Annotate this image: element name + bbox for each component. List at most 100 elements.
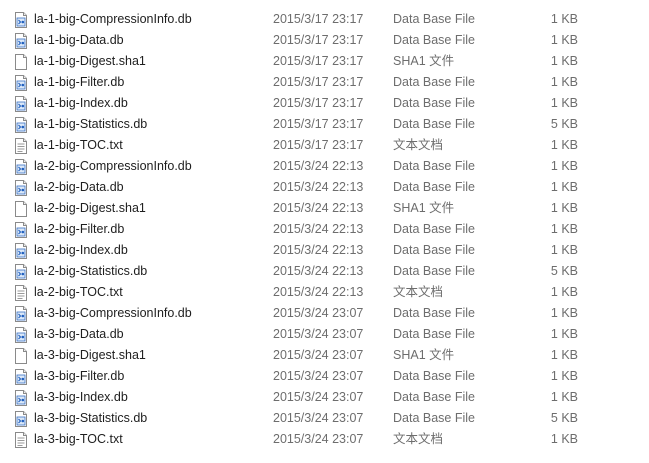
db-file-icon: [14, 390, 28, 406]
file-date-modified: 2015/3/24 23:07: [273, 369, 364, 383]
file-date-modified: 2015/3/24 23:07: [273, 432, 364, 446]
file-row[interactable]: la-2-big-Digest.sha1 2015/3/24 22:13 SHA1 …: [0, 198, 649, 219]
text-file-icon: [14, 285, 28, 301]
file-type: Data Base File: [393, 264, 475, 278]
file-row[interactable]: la-3-big-Digest.sha1 2015/3/24 23:07 SHA1 …: [0, 345, 649, 366]
file-size: 1 KB: [550, 243, 578, 257]
file-type: 文本文档: [393, 138, 444, 152]
file-date-modified: 2015/3/24 22:13: [273, 201, 364, 215]
file-row[interactable]: la-1-big-Digest.sha1 2015/3/17 23:17 SHA1 …: [0, 51, 649, 72]
file-type: SHA1 文件: [393, 54, 455, 68]
file-name: la-3-big-Statistics.db: [34, 411, 148, 425]
file-type: Data Base File: [393, 12, 475, 26]
file-row[interactable]: la-1-big-Data.db 2015/3/17 23:17 Data Base…: [0, 30, 649, 51]
file-type: Data Base File: [393, 96, 475, 110]
file-date-modified: 2015/3/17 23:17: [273, 96, 364, 110]
db-file-icon: [14, 306, 28, 322]
file-name: la-2-big-Filter.db: [34, 222, 125, 236]
file-row[interactable]: la-3-big-Data.db 2015/3/24 23:07 Data Base…: [0, 324, 649, 345]
file-date-modified: 2015/3/24 23:07: [273, 390, 364, 404]
file-date-modified: 2015/3/24 22:13: [273, 243, 364, 257]
file-name: la-3-big-Data.db: [34, 327, 124, 341]
file-name: la-3-big-TOC.txt: [34, 432, 123, 446]
file-row[interactable]: la-3-big-Statistics.db 2015/3/24 23:07 Dat…: [0, 408, 649, 429]
file-date-modified: 2015/3/24 22:13: [273, 159, 364, 173]
file-size: 1 KB: [550, 75, 578, 89]
text-file-icon: [14, 432, 28, 448]
db-file-icon: [14, 180, 28, 196]
file-name: la-1-big-Filter.db: [34, 75, 125, 89]
file-row[interactable]: la-2-big-Index.db 2015/3/24 22:13 Data Bas…: [0, 240, 649, 261]
file-type: Data Base File: [393, 75, 475, 89]
text-file-icon: [14, 138, 28, 154]
db-file-icon: [14, 327, 28, 343]
file-name: la-2-big-Statistics.db: [34, 264, 148, 278]
file-row[interactable]: la-2-big-CompressionInfo.db 2015/3/24 22:…: [0, 156, 649, 177]
file-type: Data Base File: [393, 33, 475, 47]
file-date-modified: 2015/3/17 23:17: [273, 54, 364, 68]
file-date-modified: 2015/3/24 23:07: [273, 327, 364, 341]
file-name: la-2-big-Data.db: [34, 180, 124, 194]
file-name: la-3-big-Filter.db: [34, 369, 125, 383]
db-file-icon: [14, 96, 28, 112]
file-date-modified: 2015/3/17 23:17: [273, 12, 364, 26]
file-list: la-1-big-CompressionInfo.db 2015/3/17 23:…: [0, 0, 649, 463]
file-row[interactable]: la-3-big-TOC.txt 2015/3/24 23:07 文本文档 1 KB: [0, 429, 649, 450]
file-name: la-2-big-CompressionInfo.db: [34, 159, 192, 173]
file-name: la-3-big-Digest.sha1: [34, 348, 146, 362]
file-row[interactable]: la-1-big-TOC.txt 2015/3/17 23:17 文本文档 1 KB: [0, 135, 649, 156]
file-date-modified: 2015/3/17 23:17: [273, 117, 364, 131]
db-file-icon: [14, 12, 28, 28]
file-row[interactable]: la-1-big-Filter.db 2015/3/17 23:17 Data Ba…: [0, 72, 649, 93]
file-name: la-3-big-CompressionInfo.db: [34, 306, 192, 320]
file-size: 1 KB: [550, 180, 578, 194]
file-size: 1 KB: [550, 306, 578, 320]
file-type: SHA1 文件: [393, 348, 455, 362]
file-row[interactable]: la-2-big-Data.db 2015/3/24 22:13 Data Base…: [0, 177, 649, 198]
file-row[interactable]: la-1-big-Index.db 2015/3/17 23:17 Data Bas…: [0, 93, 649, 114]
file-type: Data Base File: [393, 390, 475, 404]
file-name: la-1-big-TOC.txt: [34, 138, 123, 152]
db-file-icon: [14, 369, 28, 385]
file-size: 1 KB: [550, 222, 578, 236]
file-name: la-2-big-Digest.sha1: [34, 201, 146, 215]
file-row[interactable]: la-1-big-Statistics.db 2015/3/17 23:17 Dat…: [0, 114, 649, 135]
file-date-modified: 2015/3/24 23:07: [273, 348, 364, 362]
file-date-modified: 2015/3/17 23:17: [273, 33, 364, 47]
file-size: 1 KB: [550, 327, 578, 341]
db-file-icon: [14, 264, 28, 280]
file-size: 5 KB: [550, 117, 578, 131]
file-row[interactable]: la-3-big-CompressionInfo.db 2015/3/24 23:…: [0, 303, 649, 324]
file-row[interactable]: la-1-big-CompressionInfo.db 2015/3/17 23:…: [0, 9, 649, 30]
file-row[interactable]: la-3-big-Filter.db 2015/3/24 23:07 Data Ba…: [0, 366, 649, 387]
db-file-icon: [14, 75, 28, 91]
file-type: Data Base File: [393, 159, 475, 173]
file-type: Data Base File: [393, 306, 475, 320]
file-date-modified: 2015/3/24 22:13: [273, 264, 364, 278]
file-name: la-1-big-Statistics.db: [34, 117, 148, 131]
file-row[interactable]: la-2-big-TOC.txt 2015/3/24 22:13 文本文档 1 KB: [0, 282, 649, 303]
file-type: Data Base File: [393, 411, 475, 425]
file-date-modified: 2015/3/17 23:17: [273, 138, 364, 152]
file-size: 1 KB: [550, 285, 578, 299]
file-date-modified: 2015/3/24 22:13: [273, 222, 364, 236]
file-type: SHA1 文件: [393, 201, 455, 215]
file-name: la-1-big-Digest.sha1: [34, 54, 146, 68]
file-row[interactable]: la-2-big-Statistics.db 2015/3/24 22:13 Dat…: [0, 261, 649, 282]
blank-file-icon: [14, 54, 28, 70]
file-size: 1 KB: [550, 138, 578, 152]
file-date-modified: 2015/3/24 23:07: [273, 306, 364, 320]
file-size: 1 KB: [550, 432, 578, 446]
file-row[interactable]: la-2-big-Filter.db 2015/3/24 22:13 Data Ba…: [0, 219, 649, 240]
blank-file-icon: [14, 348, 28, 364]
db-file-icon: [14, 159, 28, 175]
file-size: 5 KB: [550, 411, 578, 425]
file-type: Data Base File: [393, 222, 475, 236]
file-row[interactable]: la-3-big-Index.db 2015/3/24 23:07 Data Bas…: [0, 387, 649, 408]
file-date-modified: 2015/3/24 22:13: [273, 180, 364, 194]
file-size: 1 KB: [550, 159, 578, 173]
file-name: la-3-big-Index.db: [34, 390, 128, 404]
file-date-modified: 2015/3/17 23:17: [273, 75, 364, 89]
blank-file-icon: [14, 201, 28, 217]
file-type: Data Base File: [393, 180, 475, 194]
